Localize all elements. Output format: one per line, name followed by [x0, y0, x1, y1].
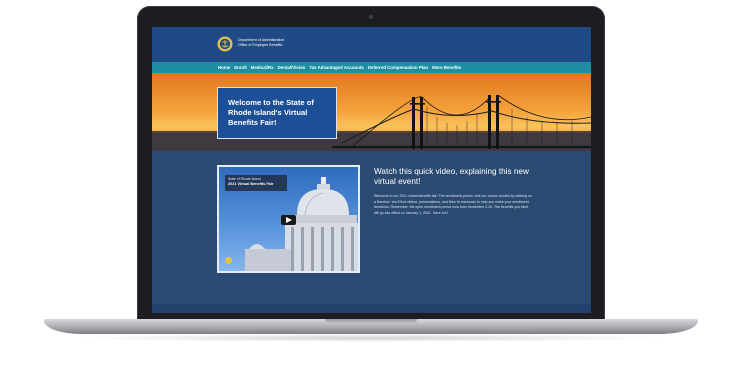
screen-footer-strip — [152, 304, 591, 313]
nav-home[interactable]: Home — [218, 64, 230, 71]
nav-dental-vision[interactable]: Dental/Vision — [278, 64, 306, 71]
video-player[interactable]: State of Rhode Island 2021 Virtual Benef… — [217, 165, 360, 273]
department-name: Department of Administration Office of E… — [238, 38, 284, 48]
video-caption: State of Rhode Island 2021 Virtual Benef… — [225, 175, 287, 191]
laptop-opening-notch — [325, 319, 417, 324]
watch-description: Welcome to our 2021 virtual benefits fai… — [374, 194, 532, 215]
welcome-box: Welcome to the State of Rhode Island's V… — [217, 87, 337, 139]
main-content: State of Rhode Island 2021 Virtual Benef… — [152, 151, 591, 313]
watch-heading: Watch this quick video, explaining this … — [374, 167, 529, 186]
hero-banner: Welcome to the State of Rhode Island's V… — [152, 73, 591, 151]
laptop-bezel: Department of Administration Office of E… — [137, 6, 605, 324]
department-line-2: Office of Employee Benefits — [238, 43, 283, 47]
hero-title: Welcome to the State of Rhode Island's V… — [228, 98, 314, 127]
nav-deferred-compensation-plan[interactable]: Deferred Compensation Plan — [368, 64, 428, 71]
nav-enroll[interactable]: Enroll — [234, 64, 246, 71]
play-button-icon[interactable] — [281, 215, 296, 225]
nav-more-benefits[interactable]: More Benefits — [432, 64, 461, 71]
nav-medical-rx[interactable]: Medical/Rx — [251, 64, 274, 71]
video-caption-title: 2021 Virtual Benefits Fair — [228, 182, 274, 186]
laptop-mockup: Department of Administration Office of E… — [0, 0, 754, 379]
laptop-screen: Department of Administration Office of E… — [152, 27, 591, 313]
camera-dot — [369, 15, 373, 19]
nav-tax-advantaged-accounts[interactable]: Tax Advantaged Accounts — [309, 64, 364, 71]
video-logo-icon — [225, 257, 232, 264]
main-nav: Home Enroll Medical/Rx Dental/Vision Tax… — [152, 62, 591, 73]
site-header: Department of Administration Office of E… — [152, 27, 591, 62]
laptop-shadow — [70, 334, 670, 342]
anchor-seal-icon — [217, 36, 233, 52]
